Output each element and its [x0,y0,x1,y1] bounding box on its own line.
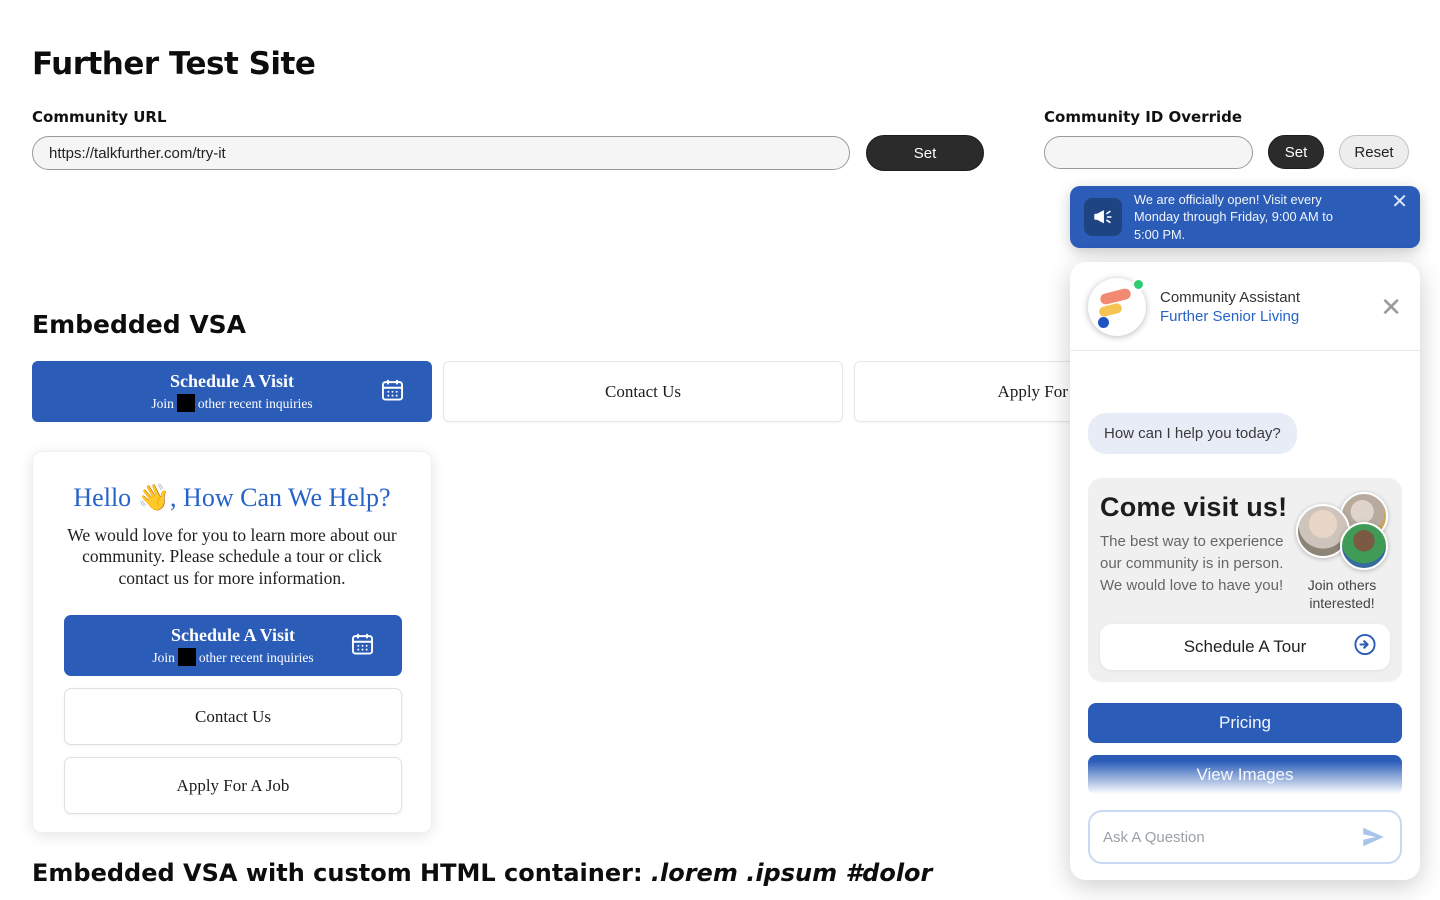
calendar-icon [349,630,376,661]
hello-card-body: We would love for you to learn more abou… [64,525,400,589]
hello-card-heading: Hello 👋, How Can We Help? [64,483,400,513]
community-link[interactable]: Further Senior Living [1160,308,1300,325]
megaphone-icon [1084,198,1122,236]
community-id-input[interactable] [1044,136,1253,169]
card-schedule-visit-button[interactable]: Schedule A Visit Joinother recent inquir… [64,615,402,676]
schedule-visit-label: Schedule A Visit [170,371,294,392]
schedule-visit-button[interactable]: Schedule A Visit Joinother recent inquir… [32,361,432,422]
assistant-message-bubble: How can I help you today? [1088,413,1297,454]
redacted-count [177,394,195,412]
announcement-toast: We are officially open! Visit every Mond… [1070,186,1420,248]
close-icon[interactable]: ✕ [1380,294,1402,320]
community-id-reset-button[interactable]: Reset [1339,135,1409,169]
avatar [1340,522,1388,570]
schedule-visit-subtext: Joinother recent inquiries [151,394,312,412]
announcement-text: We are officially open! Visit every Mond… [1134,191,1352,243]
community-logo [1088,278,1146,336]
community-url-input[interactable] [32,136,850,170]
community-id-group: Community ID Override Set Reset [1044,108,1409,169]
assistant-title: Community Assistant [1160,289,1300,306]
send-icon[interactable] [1359,824,1387,850]
community-url-set-button[interactable]: Set [866,135,984,171]
card-contact-us-button[interactable]: Contact Us [64,688,402,745]
ask-question-input[interactable] [1103,829,1359,846]
arrow-circle-right-icon [1353,633,1377,662]
hello-card: Hello 👋, How Can We Help? We would love … [32,451,432,833]
come-visit-card: Come visit us! The best way to experienc… [1088,478,1402,682]
visitor-avatars [1296,492,1388,570]
online-status-dot [1132,278,1145,291]
contact-us-button[interactable]: Contact Us [443,361,843,422]
community-id-set-button[interactable]: Set [1268,135,1324,169]
redacted-count [178,648,196,666]
chat-header: Community Assistant Further Senior Livin… [1070,262,1420,351]
chat-input-area [1070,807,1420,880]
pricing-button[interactable]: Pricing [1088,703,1402,743]
card-apply-job-button[interactable]: Apply For A Job [64,757,402,814]
chat-message-area[interactable]: How can I help you today? Come visit us!… [1070,351,1420,807]
close-icon[interactable]: ✕ [1391,192,1408,212]
join-others-text: Join others interested! [1294,576,1390,612]
page-title: Further Test Site [32,46,1408,82]
view-images-button[interactable]: View Images [1088,755,1402,795]
custom-container-selectors: .lorem .ipsum #dolor [651,859,932,887]
schedule-tour-button[interactable]: Schedule A Tour [1100,624,1390,670]
community-id-label: Community ID Override [1044,108,1409,126]
visit-card-body: The best way to experience our community… [1100,531,1288,596]
chat-widget-panel: Community Assistant Further Senior Livin… [1070,262,1420,880]
calendar-icon [379,376,406,407]
visit-card-heading: Come visit us! [1100,492,1288,523]
